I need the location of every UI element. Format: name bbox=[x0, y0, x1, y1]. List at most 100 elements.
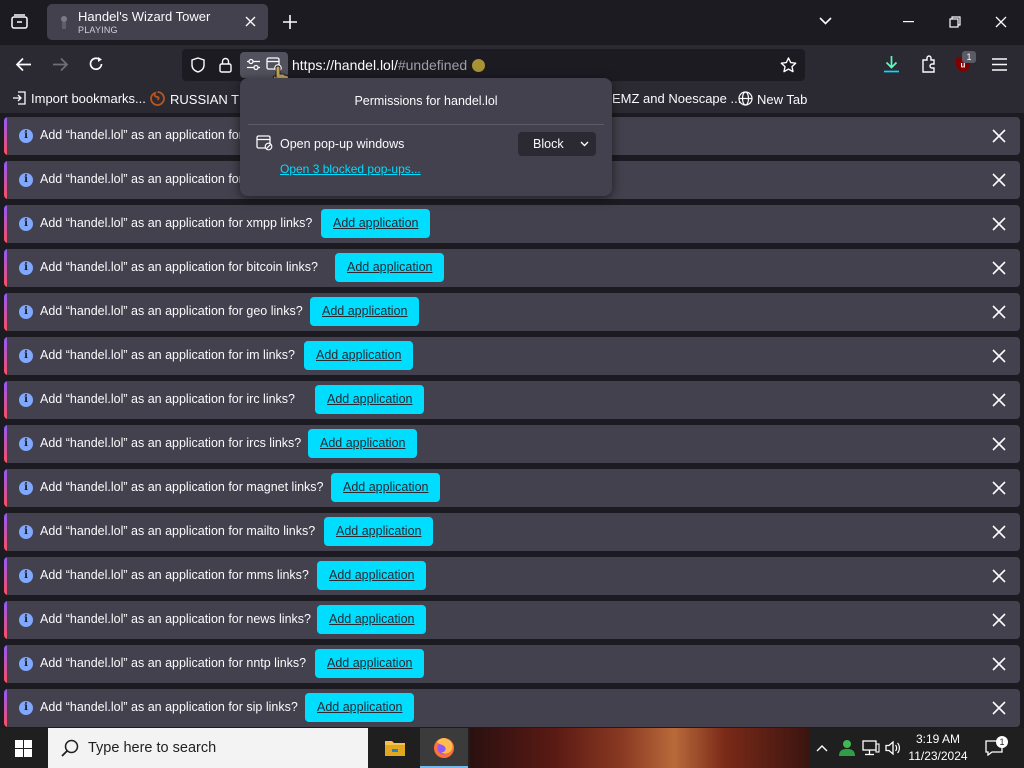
popup-permission-label: Open pop-up windows bbox=[280, 137, 405, 151]
new-tab-icon[interactable] bbox=[283, 15, 297, 29]
add-application-button[interactable]: Add application bbox=[310, 297, 420, 326]
notification-message: Add “handel.lol” as an application for x… bbox=[40, 216, 313, 230]
url-host: https://handel.lol/ bbox=[292, 57, 398, 73]
info-icon: i bbox=[19, 525, 33, 539]
content-area: i Add “handel.lol” as an application for i… bbox=[0, 113, 1024, 728]
bookmark-new-tab[interactable]: New Tab bbox=[738, 91, 807, 107]
taskbar-clock[interactable]: 3:19 AM 11/23/2024 bbox=[905, 731, 971, 765]
volume-icon[interactable] bbox=[885, 740, 902, 756]
bookmark-emz[interactable]: EMZ and Noescape ... bbox=[612, 91, 741, 106]
tab-close-icon[interactable] bbox=[245, 16, 256, 27]
add-application-button[interactable]: Add application bbox=[317, 561, 427, 590]
bookmark-star-icon[interactable] bbox=[780, 57, 797, 73]
close-notification-icon[interactable] bbox=[992, 481, 1006, 495]
close-notification-icon[interactable] bbox=[992, 305, 1006, 319]
notification-bar: i Add “handel.lol” as an application for … bbox=[4, 205, 1020, 243]
network-icon[interactable] bbox=[862, 740, 880, 756]
info-icon: i bbox=[19, 129, 33, 143]
add-application-button[interactable]: Add application bbox=[305, 693, 415, 722]
info-icon: i bbox=[19, 305, 33, 319]
add-application-button[interactable]: Add application bbox=[308, 429, 418, 458]
lock-icon[interactable] bbox=[219, 57, 232, 73]
close-notification-icon[interactable] bbox=[992, 393, 1006, 407]
tab-list-icon[interactable] bbox=[11, 14, 28, 30]
chevron-down-icon bbox=[580, 141, 589, 147]
close-notification-icon[interactable] bbox=[992, 657, 1006, 671]
notification-bar: i Add “handel.lol” as an application for … bbox=[4, 689, 1020, 727]
notification-bar: i Add “handel.lol” as an application for … bbox=[4, 381, 1020, 419]
bookmark-label: New Tab bbox=[757, 92, 808, 107]
menu-hamburger-icon[interactable] bbox=[992, 58, 1007, 71]
tracking-protection-shield-icon[interactable] bbox=[191, 57, 205, 73]
add-application-button[interactable]: Add application bbox=[304, 341, 414, 370]
close-window-icon[interactable] bbox=[995, 16, 1007, 28]
close-notification-icon[interactable] bbox=[992, 217, 1006, 231]
notification-message: Add “handel.lol” as an application for s… bbox=[40, 700, 298, 714]
info-icon: i bbox=[19, 569, 33, 583]
permissions-panel-separator bbox=[248, 124, 604, 125]
add-application-button[interactable]: Add application bbox=[324, 517, 434, 546]
close-notification-icon[interactable] bbox=[992, 349, 1006, 363]
url-bar[interactable]: https://handel.lol/#undefined bbox=[182, 49, 805, 87]
notification-message: Add “handel.lol” as an application for m… bbox=[40, 568, 309, 582]
back-icon[interactable] bbox=[15, 57, 32, 72]
reload-icon[interactable] bbox=[88, 56, 104, 72]
taskbar-search-box[interactable]: Type here to search bbox=[48, 728, 368, 768]
close-notification-icon[interactable] bbox=[992, 613, 1006, 627]
user-tray-icon[interactable] bbox=[838, 739, 856, 757]
minimize-icon[interactable] bbox=[903, 21, 914, 23]
file-explorer-icon[interactable] bbox=[384, 738, 406, 757]
add-application-button[interactable]: Add application bbox=[331, 473, 441, 502]
info-icon: i bbox=[19, 481, 33, 495]
add-application-button[interactable]: Add application bbox=[335, 253, 445, 282]
close-notification-icon[interactable] bbox=[992, 701, 1006, 715]
tab-active[interactable]: Handel's Wizard Tower PLAYING bbox=[47, 4, 268, 40]
close-notification-icon[interactable] bbox=[992, 173, 1006, 187]
windows-start-icon[interactable] bbox=[15, 740, 32, 757]
url-text[interactable]: https://handel.lol/#undefined bbox=[292, 57, 467, 73]
close-notification-icon[interactable] bbox=[992, 569, 1006, 583]
bookmark-label: Import bookmarks... bbox=[31, 91, 146, 106]
close-notification-icon[interactable] bbox=[992, 129, 1006, 143]
notification-message: Add “handel.lol” as an application for m… bbox=[40, 524, 316, 538]
restore-icon[interactable] bbox=[949, 16, 961, 28]
permissions-panel-title: Permissions for handel.lol bbox=[354, 94, 498, 108]
close-notification-icon[interactable] bbox=[992, 525, 1006, 539]
popup-permission-value: Block bbox=[533, 137, 564, 151]
add-application-button[interactable]: Add application bbox=[317, 605, 427, 634]
forward-icon[interactable] bbox=[52, 57, 69, 72]
info-icon: i bbox=[19, 349, 33, 363]
add-application-button[interactable]: Add application bbox=[315, 385, 425, 414]
info-icon: i bbox=[19, 437, 33, 451]
notification-bar: i Add “handel.lol” as an application for … bbox=[4, 557, 1020, 595]
notification-message: Add “handel.lol” as an application for bbox=[40, 128, 243, 142]
bookmark-label: EMZ and Noescape ... bbox=[612, 91, 742, 106]
notification-bar: i Add “handel.lol” as an application for … bbox=[4, 425, 1020, 463]
bookmark-favicon-icon bbox=[150, 91, 165, 106]
notification-message: Add “handel.lol” as an application for i… bbox=[40, 436, 302, 450]
tab-audio-status[interactable]: PLAYING bbox=[78, 25, 118, 35]
downloads-icon[interactable] bbox=[883, 55, 900, 73]
add-application-button[interactable]: Add application bbox=[321, 209, 431, 238]
popup-permission-select[interactable]: Block bbox=[518, 132, 596, 156]
close-notification-icon[interactable] bbox=[992, 437, 1006, 451]
taskbar-search-placeholder: Type here to search bbox=[88, 740, 217, 756]
notification-bar: i Add “handel.lol” as an application for … bbox=[4, 601, 1020, 639]
url-fragment: #undefined bbox=[397, 57, 468, 73]
bookmark-import[interactable]: Import bookmarks... bbox=[12, 91, 146, 106]
add-application-button[interactable]: Add application bbox=[315, 649, 425, 678]
notification-bar: i Add “handel.lol” as an application for … bbox=[4, 337, 1020, 375]
notification-message: Add “handel.lol” as an application for n… bbox=[40, 612, 311, 626]
open-blocked-popups-link[interactable]: Open 3 blocked pop-ups... bbox=[280, 162, 421, 176]
firefox-taskbar-button[interactable] bbox=[420, 728, 468, 768]
info-icon: i bbox=[19, 613, 33, 627]
notification-message: Add “handel.lol” as an application for b… bbox=[40, 260, 318, 274]
notification-count-badge: 1 bbox=[996, 736, 1008, 748]
close-notification-icon[interactable] bbox=[992, 261, 1006, 275]
show-hidden-icons-chevron-icon[interactable] bbox=[816, 744, 828, 752]
extensions-icon[interactable] bbox=[920, 55, 937, 73]
notification-message: Add “handel.lol” as an application for i… bbox=[40, 348, 295, 362]
permissions-panel: Permissions for handel.lol Open pop-up w… bbox=[240, 78, 612, 196]
notification-bar: i Add “handel.lol” as an application for … bbox=[4, 513, 1020, 551]
list-all-tabs-icon[interactable] bbox=[819, 17, 832, 25]
